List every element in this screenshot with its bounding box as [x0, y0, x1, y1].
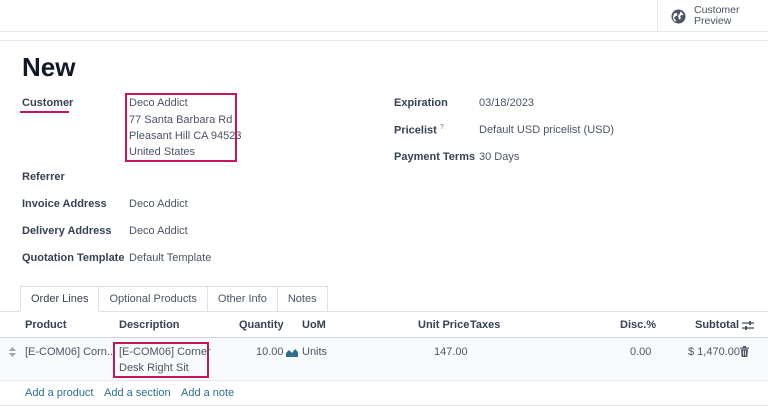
notebook-tabs: Order Lines Optional Products Other Info… [20, 286, 328, 312]
pricelist-field[interactable]: Default USD pricelist (USD) [479, 124, 614, 136]
add-product-link[interactable]: Add a product [25, 387, 94, 399]
customer-city: Pleasant Hill CA 94523 [129, 130, 242, 142]
row-discount[interactable]: 0.00 [630, 346, 651, 358]
column-header-quantity[interactable]: Quantity [239, 319, 284, 331]
expiration-label: Expiration [394, 97, 448, 109]
globe-icon [671, 8, 686, 24]
row-subtotal: $ 1,470.00 [688, 346, 740, 358]
forecast-chart-icon[interactable] [286, 348, 298, 357]
sheet-top-border [0, 40, 768, 41]
add-note-link[interactable]: Add a note [181, 387, 234, 399]
row-quantity[interactable]: 10.00 [256, 346, 284, 358]
column-header-description[interactable]: Description [119, 319, 180, 331]
column-header-uom[interactable]: UoM [302, 319, 326, 331]
add-section-link[interactable]: Add a section [104, 387, 171, 399]
pricelist-help-tooltip[interactable]: ? [440, 124, 444, 131]
column-header-unit-price[interactable]: Unit Price [418, 319, 469, 331]
invoice-address-label: Invoice Address [22, 198, 107, 210]
top-control-bar: Customer Preview [0, 0, 768, 32]
referrer-label: Referrer [22, 171, 65, 183]
delivery-address-field[interactable]: Deco Addict [129, 225, 188, 237]
row-unit-price[interactable]: 147.00 [434, 346, 468, 358]
tab-other-info[interactable]: Other Info [207, 286, 278, 312]
customer-preview-label-line2: Preview [694, 15, 732, 27]
payment-terms-field[interactable]: 30 Days [479, 151, 519, 163]
page-title: New [22, 52, 76, 82]
row-description-line1[interactable]: [E-COM06] Corner [119, 346, 211, 358]
delivery-address-label: Delivery Address [22, 225, 112, 237]
pricelist-label-text: Pricelist [394, 124, 437, 137]
column-header-taxes[interactable]: Taxes [470, 319, 500, 331]
invoice-address-field[interactable]: Deco Addict [129, 198, 188, 210]
drag-handle-icon[interactable] [9, 347, 16, 357]
row-product[interactable]: [E-COM06] Corn... [25, 346, 116, 358]
table-row-border [0, 380, 768, 381]
row-description-line2[interactable]: Desk Right Sit [119, 362, 189, 374]
expiration-field[interactable]: 03/18/2023 [479, 97, 534, 109]
column-header-discount[interactable]: Disc.% [620, 319, 656, 331]
tab-optional-products[interactable]: Optional Products [99, 286, 208, 312]
customer-name[interactable]: Deco Addict [129, 97, 188, 109]
row-uom[interactable]: Units [302, 346, 327, 358]
referrer-field[interactable] [129, 171, 249, 185]
customer-country: United States [129, 146, 196, 158]
quotation-template-field[interactable]: Default Template [129, 252, 211, 264]
tab-order-lines[interactable]: Order Lines [20, 286, 100, 312]
customer-label: Customer [22, 97, 74, 109]
optional-columns-toggle-icon[interactable] [742, 320, 754, 331]
trash-icon[interactable] [740, 346, 749, 357]
quotation-template-label: Quotation Template [22, 252, 125, 264]
column-header-subtotal[interactable]: Subtotal [695, 319, 739, 331]
customer-street: 77 Santa Barbara Rd [129, 114, 233, 126]
payment-terms-label: Payment Terms [394, 151, 476, 163]
pricelist-label: Pricelist ? [394, 124, 444, 137]
customer-label-underline [20, 111, 69, 113]
tab-notes[interactable]: Notes [277, 286, 328, 312]
table-bottom-border [0, 405, 768, 406]
column-header-product[interactable]: Product [25, 319, 67, 331]
customer-preview-button[interactable]: Customer Preview [657, 0, 768, 32]
